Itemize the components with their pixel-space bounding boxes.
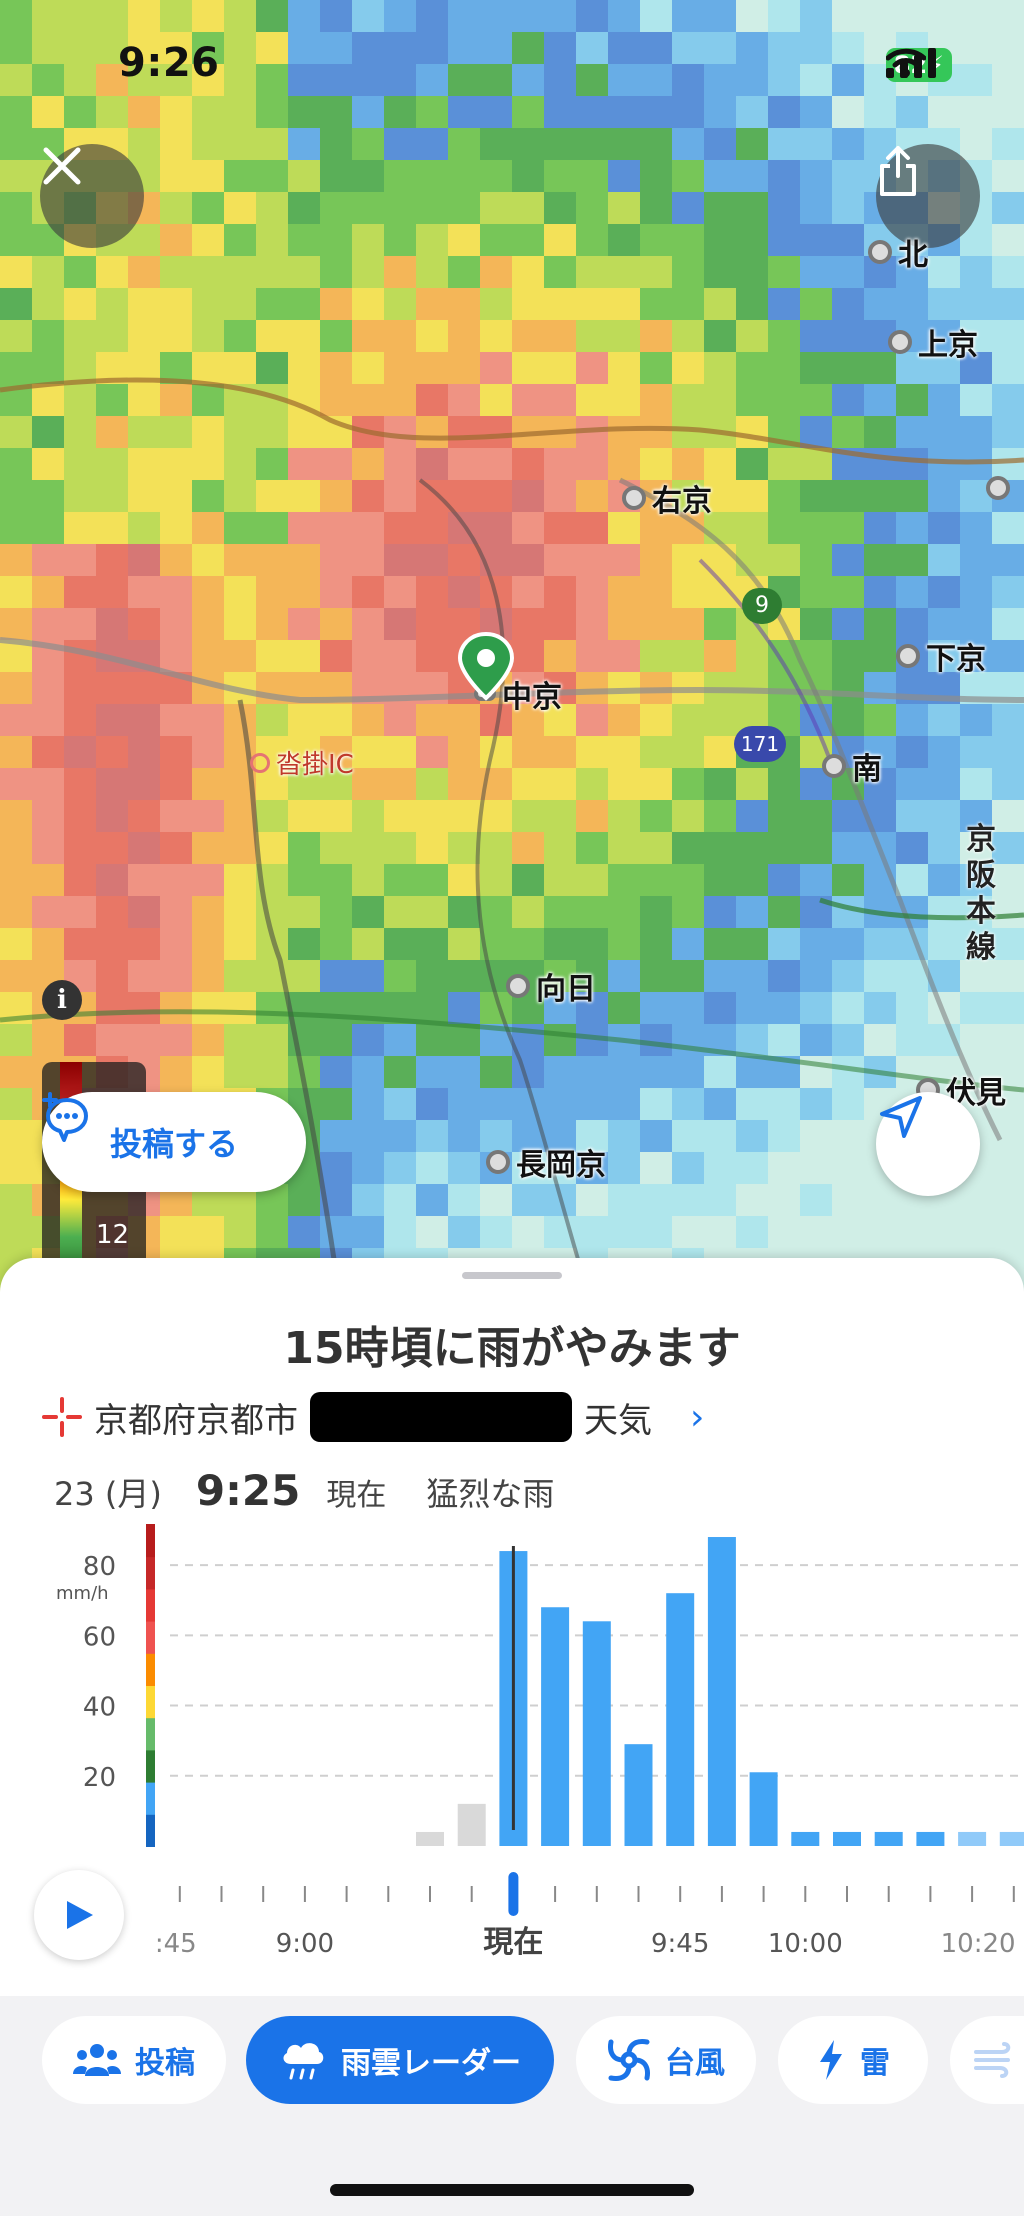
play-icon <box>67 1901 93 1929</box>
current-location-button[interactable] <box>876 1092 980 1196</box>
wind-icon <box>974 2042 1011 2078</box>
tab-posts[interactable]: 投稿 <box>42 2016 226 2104</box>
rail-line-label: 京阪本線 <box>966 822 996 965</box>
navigation-arrow-icon <box>880 1096 922 1138</box>
people-icon <box>73 2044 121 2076</box>
post-report-button[interactable]: 投稿する <box>42 1092 306 1192</box>
current-time: 9:25 <box>195 1466 301 1515</box>
city-dot <box>868 240 892 264</box>
city-dot <box>986 476 1010 500</box>
tab-wind-partial[interactable] <box>950 2016 1024 2104</box>
lightning-icon <box>820 2040 842 2080</box>
tab-lightning[interactable]: 雷 <box>778 2016 928 2104</box>
close-button[interactable] <box>40 144 144 248</box>
sheet-grabber[interactable] <box>462 1272 562 1279</box>
chevron-right-icon: › <box>690 1396 705 1438</box>
city-label-ukyo[interactable]: 右京 <box>622 476 712 520</box>
tab-rain-radar-label: 雨雲レーダー <box>341 2046 521 2081</box>
status-icons: 82⚡ <box>885 48 952 82</box>
rain-cloud-icon <box>283 2043 324 2080</box>
redacted-address <box>310 1392 572 1442</box>
post-bubble-icon <box>42 1092 88 1142</box>
city-dot <box>486 1150 510 1174</box>
tab-posts-label: 投稿 <box>135 2046 195 2081</box>
play-button[interactable] <box>34 1870 124 1960</box>
map-info-button[interactable]: i <box>42 980 82 1020</box>
tab-rain-radar[interactable]: 雨雲レーダー <box>246 2016 554 2104</box>
city-label-kita[interactable]: 北 <box>868 230 928 274</box>
location-pin-icon[interactable] <box>456 632 516 712</box>
timeline-header: 23 (月) 9:25 現在 猛烈な雨 <box>54 1466 554 1515</box>
share-icon <box>880 146 916 196</box>
location-suffix: 天気 <box>584 1400 652 1441</box>
rain-radar-map[interactable]: 9 171 9:26 82⚡ 北 上京 右京 下京 中京 南 向日 <box>0 0 1024 1300</box>
city-dot <box>822 754 846 778</box>
status-time: 9:26 <box>118 40 220 86</box>
city-label-shimogyo[interactable]: 下京 <box>896 634 986 678</box>
home-indicator <box>330 2184 694 2196</box>
route-shield-171: 171 <box>734 726 786 762</box>
city-label-muko[interactable]: 向日 <box>506 964 596 1008</box>
city-dot <box>888 330 912 354</box>
city-label-kutsukake-ic[interactable]: 沓掛IC <box>250 744 354 781</box>
city-label-kamigyo[interactable]: 上京 <box>888 320 978 364</box>
city-label-edge[interactable] <box>986 476 1010 500</box>
location-prefix: 京都府京都市 <box>94 1400 298 1441</box>
post-button-label: 投稿する <box>109 1125 238 1163</box>
tab-typhoon[interactable]: 台風 <box>576 2016 756 2104</box>
current-date: 23 (月) <box>54 1475 162 1513</box>
forecast-sheet[interactable]: 15時頃に雨がやみます 京都府京都市 天気 › 23 (月) 9:25 現在 猛烈な… <box>0 1258 1024 1998</box>
rain-stop-headline: 15時頃に雨がやみます <box>283 1323 741 1374</box>
now-label: 現在 <box>326 1478 387 1513</box>
city-dot <box>506 974 530 998</box>
location-row[interactable]: 京都府京都市 天気 › <box>42 1392 704 1442</box>
city-label-minami[interactable]: 南 <box>822 744 882 788</box>
ic-dot <box>250 752 270 773</box>
legend-value: 12 <box>96 1220 130 1250</box>
layer-tab-bar: 投稿 雨雲レーダー 台風 雷 <box>0 1996 1024 2216</box>
location-crosshair-icon <box>42 1397 82 1437</box>
close-icon <box>43 147 81 185</box>
city-label-nagaokakyo[interactable]: 長岡京 <box>486 1140 606 1184</box>
city-dot <box>622 486 646 510</box>
typhoon-icon <box>608 2039 650 2081</box>
route-shield-9: 9 <box>742 588 782 624</box>
tab-typhoon-label: 台風 <box>665 2046 725 2081</box>
rain-condition: 猛烈な雨 <box>426 1475 555 1513</box>
wifi-icon <box>885 48 926 77</box>
city-dot <box>896 644 920 668</box>
tab-lightning-label: 雷 <box>860 2046 890 2081</box>
